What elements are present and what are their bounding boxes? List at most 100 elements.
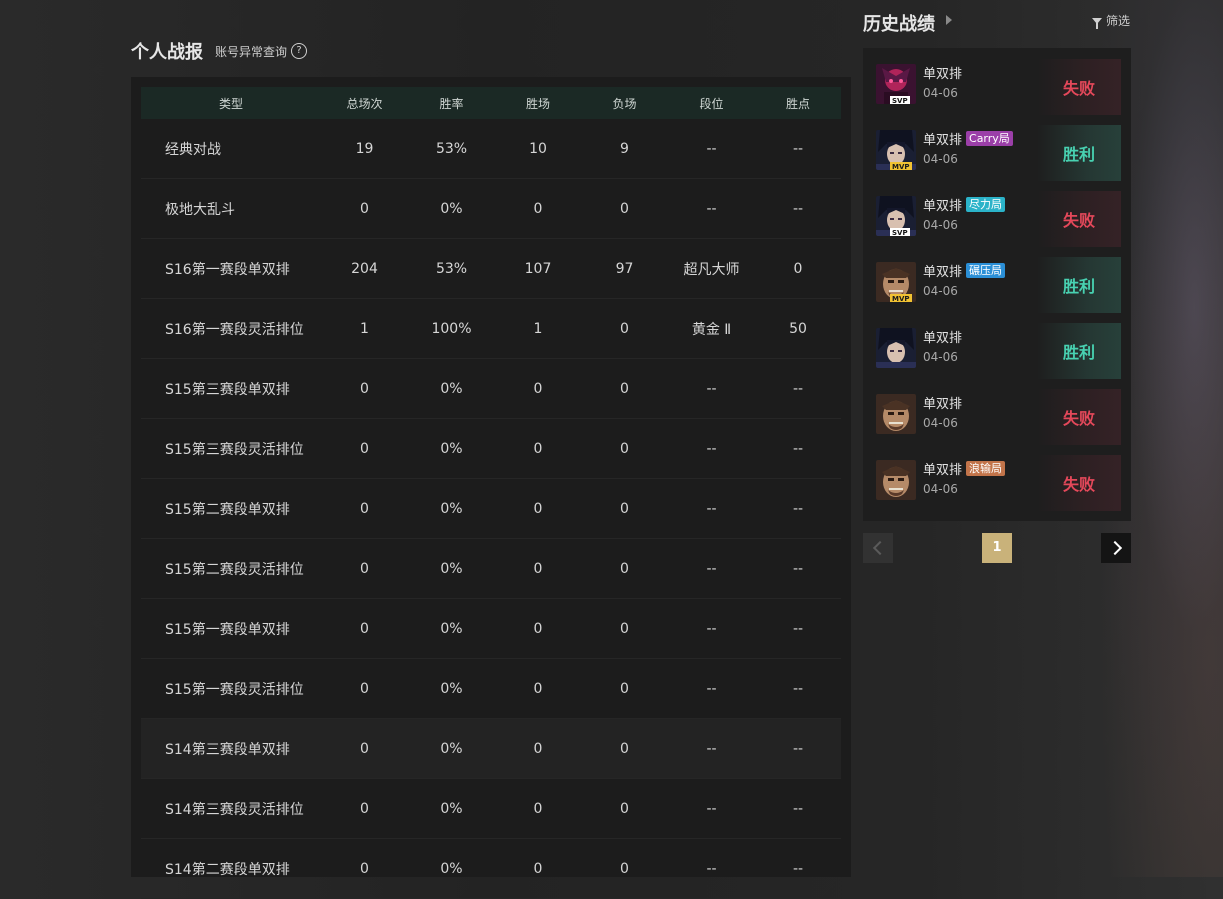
table-row: S15第一赛段单双排 0 0% 0 0 -- -- — [141, 599, 841, 659]
filter-button[interactable]: 筛选 — [1092, 12, 1130, 29]
row-total: 0 — [360, 740, 369, 757]
column-header-type: 类型 — [218, 96, 243, 111]
row-winrate: 0% — [440, 440, 463, 457]
row-rank: -- — [706, 440, 717, 457]
match-mode-label: 单双排 — [923, 331, 963, 346]
row-type: S14第二赛段单双排 — [165, 861, 290, 878]
row-wins: 0 — [533, 860, 543, 877]
row-winrate: 0% — [440, 620, 463, 637]
row-wins: 0 — [533, 620, 543, 637]
row-type: S15第一赛段灵活排位 — [165, 681, 304, 698]
match-history-list: SVP 单双排 04-06 失败 MVP 单双排 Carry局 04-06 胜利 SVP 单双排 尽力… — [863, 48, 1131, 521]
match-result: 失败 — [1037, 455, 1121, 511]
row-total: 1 — [360, 320, 369, 337]
champion-portrait — [876, 460, 916, 500]
row-lp: -- — [792, 500, 804, 517]
account-anomaly-link[interactable]: 账号异常查询 — [215, 43, 287, 60]
match-item[interactable]: 单双排 04-06 胜利 — [876, 323, 1121, 379]
row-wins: 0 — [533, 440, 543, 457]
row-total: 204 — [351, 260, 378, 277]
column-header-lp: 胜点 — [785, 96, 810, 111]
match-result: 失败 — [1037, 59, 1121, 115]
match-mode-label: 单双排 — [923, 397, 963, 412]
match-item[interactable]: SVP 单双排 尽力局 04-06 失败 — [876, 191, 1121, 247]
row-wins: 0 — [533, 560, 543, 577]
row-winrate: 0% — [440, 380, 463, 397]
match-item[interactable]: 单双排 04-06 失败 — [876, 389, 1121, 445]
row-lp: -- — [792, 560, 804, 577]
row-lp: -- — [792, 800, 804, 817]
row-rank: -- — [706, 560, 717, 577]
champion-portrait — [876, 328, 916, 368]
row-wins: 10 — [529, 140, 547, 157]
svp-badge: SVP — [890, 228, 910, 236]
table-row: S14第二赛段单双排 0 0% 0 0 -- -- — [141, 839, 841, 899]
table-row: S15第一赛段灵活排位 0 0% 0 0 -- -- — [141, 659, 841, 719]
table-row: S14第三赛段灵活排位 0 0% 0 0 -- -- — [141, 779, 841, 839]
champion-portrait — [876, 394, 916, 434]
row-wins: 1 — [533, 320, 543, 337]
match-date: 04-06 — [923, 350, 958, 364]
row-total: 0 — [360, 680, 369, 697]
row-lp: -- — [792, 380, 804, 397]
match-date: 04-06 — [923, 86, 958, 100]
row-winrate: 0% — [440, 680, 463, 697]
row-type: S15第三赛段单双排 — [165, 381, 290, 398]
row-winrate: 53% — [435, 140, 468, 157]
prev-page-button[interactable] — [863, 533, 893, 563]
table-row: S15第三赛段单双排 0 0% 0 0 -- -- — [141, 359, 841, 419]
page-number-button[interactable]: 1 — [982, 533, 1012, 563]
row-type: S15第二赛段灵活排位 — [165, 561, 304, 578]
row-lp: -- — [792, 440, 804, 457]
match-date: 04-06 — [923, 284, 958, 298]
table-header: 类型 总场次 胜率 胜场 负场 段位 胜点 — [141, 87, 841, 119]
column-header-wins: 胜场 — [525, 96, 550, 111]
match-item[interactable]: SVP 单双排 04-06 失败 — [876, 59, 1121, 115]
match-item[interactable]: MVP 单双排 Carry局 04-06 胜利 — [876, 125, 1121, 181]
row-losses: 0 — [620, 620, 629, 637]
row-rank: -- — [706, 140, 717, 157]
row-type: S14第三赛段灵活排位 — [165, 801, 304, 818]
row-total: 0 — [360, 500, 369, 517]
match-mode-label: 单双排 — [923, 463, 963, 478]
column-header-losses: 负场 — [612, 96, 637, 111]
row-wins: 0 — [533, 200, 543, 217]
row-rank: -- — [706, 500, 717, 517]
row-total: 0 — [360, 440, 369, 457]
row-total: 0 — [360, 380, 369, 397]
mvp-badge: MVP — [890, 162, 912, 170]
champion-portrait: SVP — [876, 64, 916, 104]
table-body: 经典对战 19 53% 10 9 -- -- 极地大乱斗 0 0% 0 0 -- -- S16第一赛段单双排… — [141, 119, 841, 899]
row-winrate: 0% — [440, 200, 463, 217]
row-type: S14第三赛段单双排 — [165, 741, 290, 758]
match-result: 胜利 — [1037, 257, 1121, 313]
match-date: 04-06 — [923, 152, 958, 166]
champion-portrait: MVP — [876, 130, 916, 170]
row-losses: 0 — [620, 680, 629, 697]
match-result: 失败 — [1037, 191, 1121, 247]
help-icon[interactable]: ? — [291, 43, 308, 59]
table-row: S16第一赛段灵活排位 1 100% 1 0 黄金 Ⅱ 50 — [141, 299, 841, 359]
row-wins: 0 — [533, 500, 543, 517]
next-page-button[interactable] — [1101, 533, 1131, 563]
row-wins: 0 — [533, 380, 543, 397]
caret-right-icon[interactable] — [946, 15, 952, 25]
match-mode: 单双排 — [923, 63, 962, 82]
row-wins: 0 — [533, 740, 543, 757]
row-wins: 0 — [533, 800, 543, 817]
match-mode: 单双排 碾压局 — [923, 261, 1006, 280]
row-type: S16第一赛段灵活排位 — [165, 321, 304, 338]
row-lp: 0 — [793, 260, 803, 277]
row-winrate: 0% — [440, 740, 463, 757]
row-lp: -- — [792, 200, 804, 217]
row-losses: 0 — [620, 740, 629, 757]
row-winrate: 0% — [440, 860, 463, 877]
row-rank: 黄金 Ⅱ — [691, 321, 732, 338]
row-total: 19 — [355, 140, 374, 157]
row-winrate: 0% — [440, 560, 463, 577]
row-lp: -- — [792, 620, 804, 637]
row-type: S15第二赛段单双排 — [165, 501, 290, 518]
match-mode: 单双排 Carry局 — [923, 129, 1013, 148]
match-item[interactable]: 单双排 浪输局 04-06 失败 — [876, 455, 1121, 511]
match-item[interactable]: MVP 单双排 碾压局 04-06 胜利 — [876, 257, 1121, 313]
